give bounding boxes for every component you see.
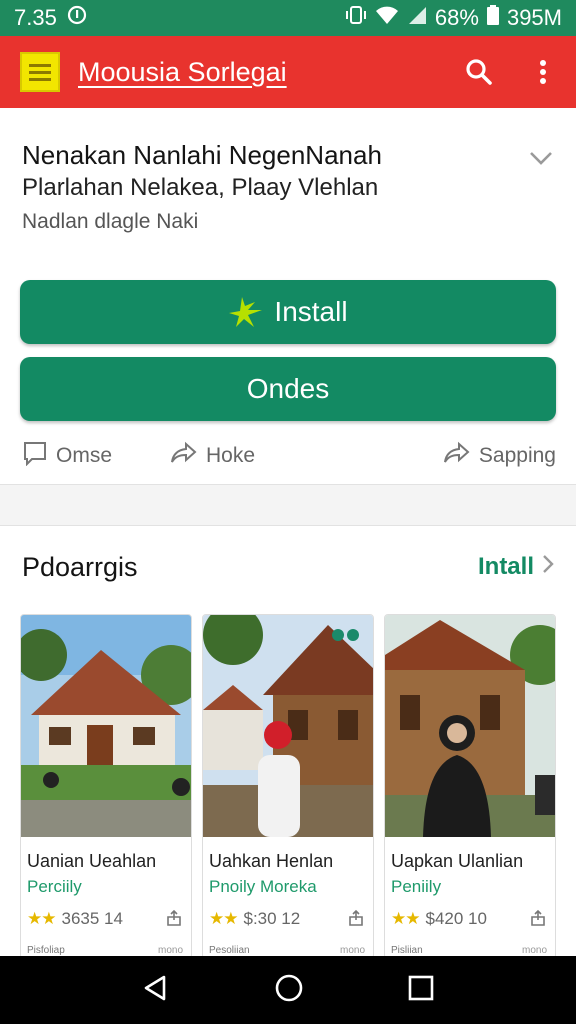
app-bar-title: Moousia Sorlegai — [78, 56, 287, 87]
card-footer-right: mono — [339, 945, 365, 956]
card-title: Uanian Ueahlan — [27, 851, 157, 871]
share-label: Hoke — [206, 444, 256, 467]
section-link-label: Intall — [477, 553, 534, 580]
vibrate-icon — [345, 5, 367, 31]
sharing-label: Sapping — [478, 444, 556, 467]
card-footer: Pisfoliap — [27, 945, 65, 956]
forward-icon — [443, 441, 471, 471]
status-bar: 7.35 68% 395M — [0, 0, 576, 36]
signal-icon — [407, 5, 427, 31]
card-title: Uapkan Ulanlian — [391, 851, 524, 871]
star-icon: ★★ — [209, 909, 239, 928]
comment-action[interactable]: Omse — [22, 440, 112, 472]
system-nav-bar — [0, 956, 576, 1024]
share-icon — [170, 441, 198, 471]
card-footer-right: mono — [157, 945, 183, 956]
share-icon[interactable] — [529, 909, 547, 932]
share-icon[interactable] — [347, 909, 365, 932]
notification-icon — [67, 5, 87, 31]
card-rating: ★★ 3635 14 — [27, 909, 123, 929]
app-subtitle: Plarlahan Nelakea, Plaay Vlehlan — [22, 174, 379, 201]
card-image — [21, 615, 191, 837]
open-button[interactable]: Ondes — [20, 357, 556, 421]
section-divider — [0, 484, 576, 526]
status-right-text: 395M — [506, 5, 562, 30]
card-subtitle: Pnoily Moreka — [209, 877, 317, 896]
card-rating: ★★ $:30 12 — [209, 909, 300, 929]
home-icon[interactable] — [274, 973, 304, 1008]
app-card[interactable]: Uapkan Ulanlian Peniily ★★ $420 10 Pisli… — [384, 614, 556, 959]
open-label: Ondes — [246, 373, 330, 404]
card-footer: Pesoliian — [209, 945, 250, 956]
card-rating-value: $:30 12 — [243, 909, 301, 928]
app-name: Nenakan Nanlahi NegenNanah — [22, 140, 382, 170]
menu-line — [29, 63, 51, 67]
share-icon[interactable] — [165, 909, 183, 932]
wifi-icon — [375, 5, 399, 31]
back-icon[interactable] — [142, 974, 170, 1007]
battery-icon — [486, 5, 499, 31]
install-button[interactable]: Install — [20, 280, 556, 344]
star-icon: ★★ — [27, 909, 57, 928]
battery-percent: 68% — [434, 5, 479, 30]
recents-icon[interactable] — [408, 975, 434, 1006]
comment-label: Omse — [56, 444, 113, 467]
card-rating-value: 3635 14 — [61, 909, 123, 928]
card-rating-value: $420 10 — [425, 909, 487, 928]
menu-line — [29, 70, 51, 74]
section-link[interactable]: Intall — [478, 553, 554, 581]
card-footer-right: mono — [521, 945, 547, 956]
menu-line — [29, 77, 51, 81]
card-subtitle: Peniily — [391, 877, 442, 896]
search-icon[interactable] — [462, 55, 496, 89]
more-options-icon[interactable] — [526, 55, 560, 89]
card-list: Uanian Ueahlan Perciily ★★ 3635 14 Pisfo… — [20, 614, 560, 959]
card-subtitle: Perciily — [27, 877, 82, 896]
app-meta: Nadlan dlagle Naki — [22, 210, 199, 233]
card-title: Uahkan Henlan — [209, 851, 334, 871]
status-time: 7.35 — [14, 5, 57, 30]
chevron-down-icon[interactable] — [528, 150, 554, 171]
action-row: Omse Hoke Sapping — [20, 434, 556, 478]
app-bar: Moousia Sorlegai — [0, 36, 576, 108]
app-card[interactable]: Uahkan Henlan Pnoily Moreka ★★ $:30 12 P… — [202, 614, 374, 959]
install-label: Install — [274, 296, 348, 327]
star-burst-icon — [228, 295, 266, 329]
card-image — [385, 615, 555, 837]
share-action[interactable]: Hoke — [170, 441, 255, 471]
chevron-right-icon — [542, 553, 554, 581]
card-footer: Pisliian — [391, 945, 423, 956]
app-card[interactable]: Uanian Ueahlan Perciily ★★ 3635 14 Pisfo… — [20, 614, 192, 959]
card-image — [203, 615, 373, 837]
comment-icon — [22, 440, 48, 472]
star-icon: ★★ — [391, 909, 421, 928]
section-title: Pdoarrgis — [22, 552, 138, 582]
card-rating: ★★ $420 10 — [391, 909, 487, 929]
app-header: Nenakan Nanlahi NegenNanah Plarlahan Nel… — [0, 108, 576, 486]
menu-button[interactable] — [20, 52, 60, 92]
sharing-action[interactable]: Sapping — [443, 441, 556, 471]
